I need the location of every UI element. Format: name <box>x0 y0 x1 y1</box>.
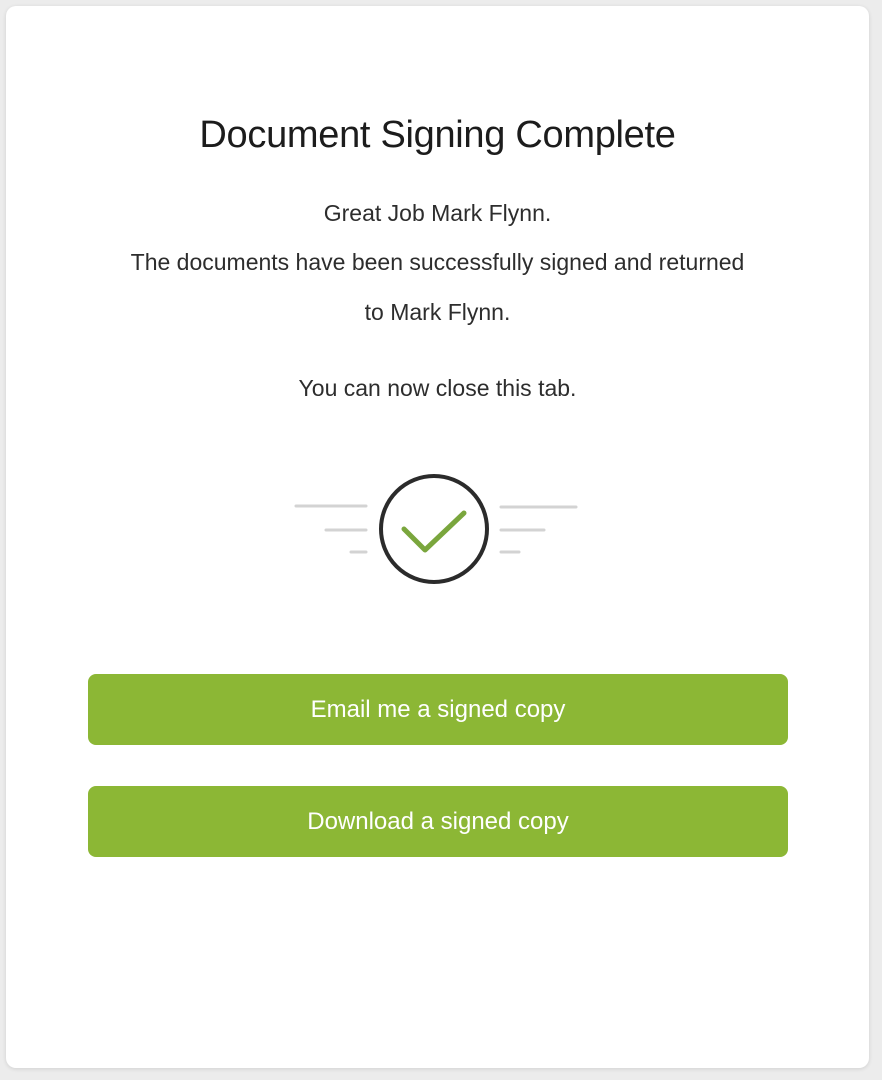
check-mark <box>401 510 467 553</box>
signed-returned-text: The documents have been successfully sig… <box>130 249 745 275</box>
check-circle-icon <box>294 474 578 584</box>
greeting-text: Great Job Mark Flynn. <box>323 200 552 226</box>
email-signed-copy-button[interactable]: Email me a signed copy <box>88 674 788 745</box>
download-signed-copy-button[interactable]: Download a signed copy <box>88 786 788 857</box>
motion-lines-right <box>499 505 578 554</box>
close-tab-text: You can now close this tab. <box>298 375 577 401</box>
motion-lines-left <box>294 504 368 554</box>
page-title: Document Signing Complete <box>199 114 676 156</box>
check-circle <box>379 474 489 584</box>
signing-complete-card: Document Signing Complete Great Job Mark… <box>6 6 869 1068</box>
signed-returned-recipient-text: to Mark Flynn. <box>364 299 511 325</box>
